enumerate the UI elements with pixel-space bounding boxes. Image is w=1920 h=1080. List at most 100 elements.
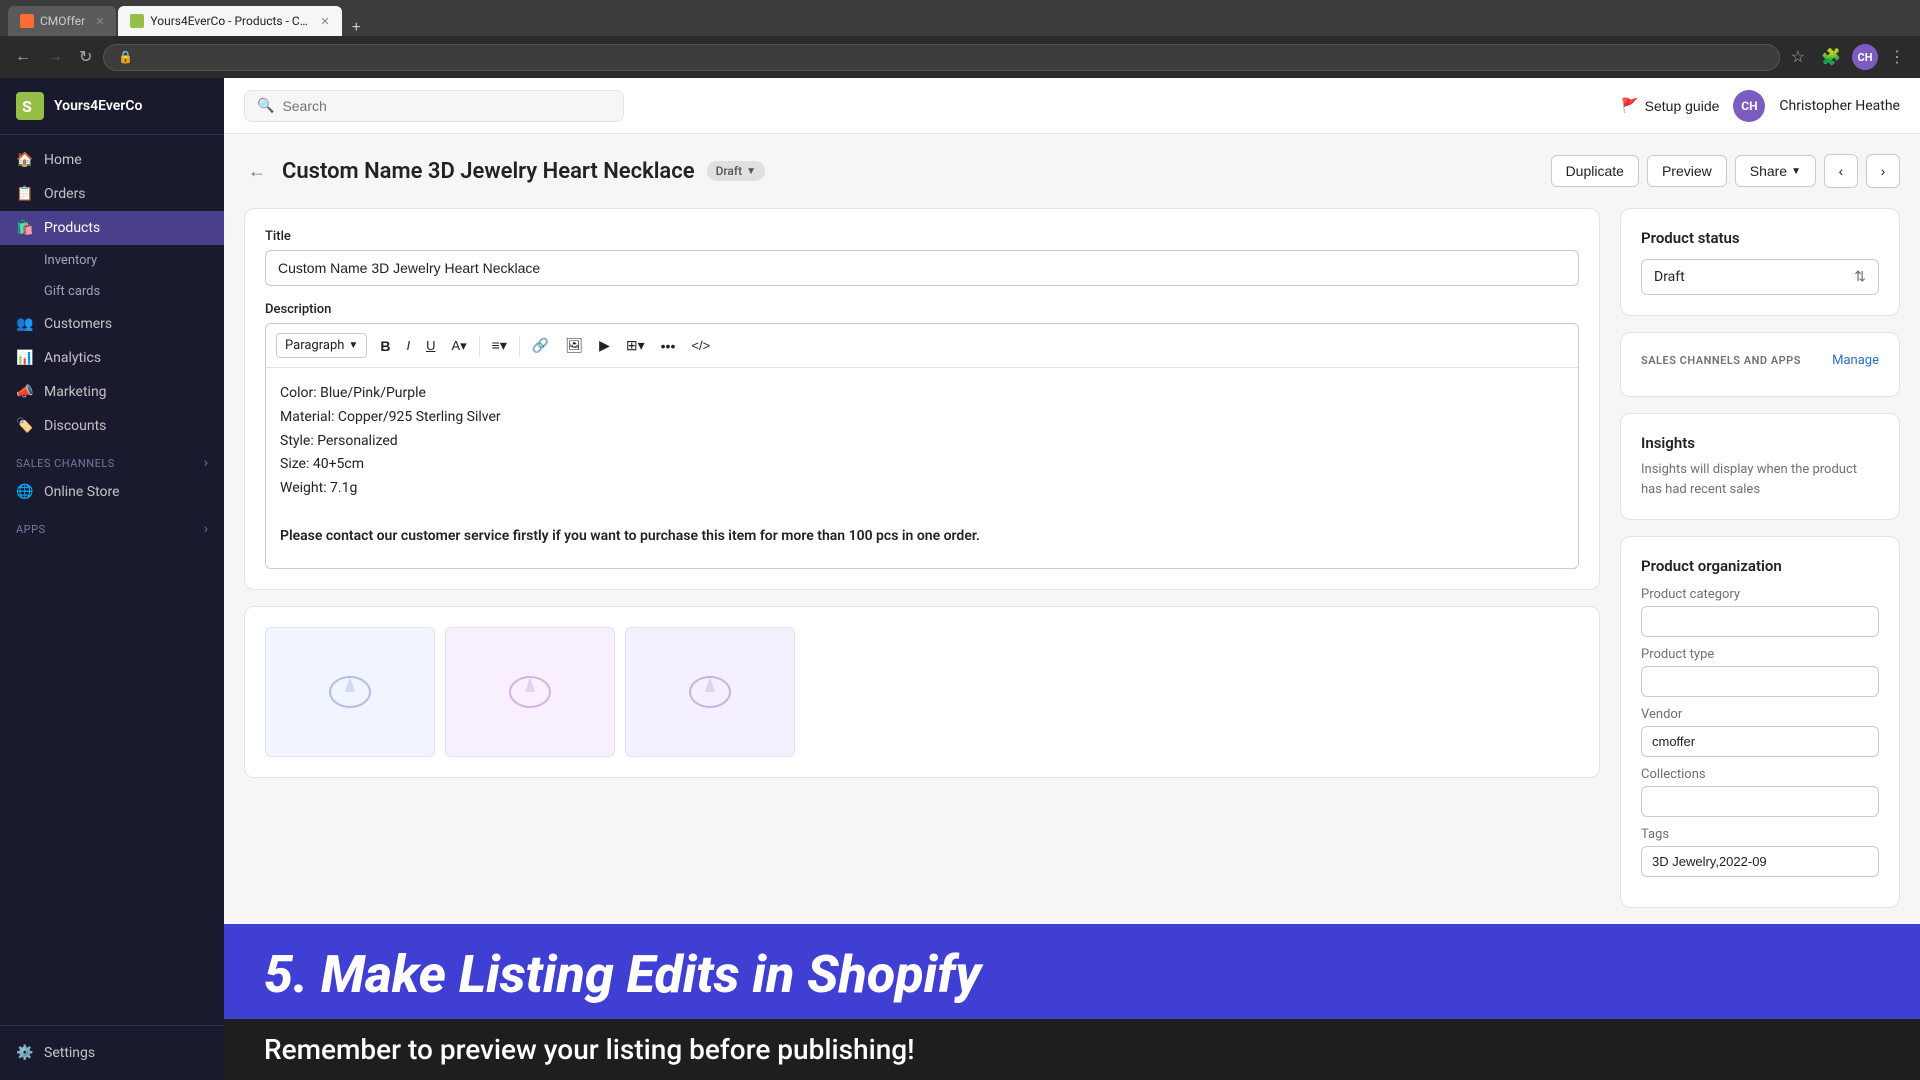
sales-channels-expand-icon[interactable]: › (204, 455, 208, 471)
sales-channels-section-title: SALES CHANNELS AND APPS (1641, 354, 1801, 367)
text-color-button[interactable]: A▾ (444, 333, 473, 359)
share-button[interactable]: Share ▼ (1735, 155, 1816, 187)
org-field-tags: Tags (1641, 827, 1879, 877)
sidebar-item-label-customers: Customers (44, 316, 112, 332)
back-button[interactable]: ← (244, 157, 270, 186)
header-search-container[interactable]: 🔍 (244, 90, 624, 122)
search-input[interactable] (282, 98, 611, 114)
desc-line-2: Material: Copper/925 Sterling Silver (280, 406, 1564, 430)
sidebar-item-home[interactable]: 🏠 Home (0, 143, 224, 177)
org-field-collections: Collections (1641, 767, 1879, 817)
toolbar-separator-2 (519, 336, 520, 356)
user-avatar-browser[interactable]: CH (1852, 44, 1878, 70)
app-header: 🔍 🚩 Setup guide CH Christopher Heathe (224, 78, 1920, 134)
video-button[interactable]: ▶ (592, 332, 617, 359)
sidebar-item-label-settings: Settings (44, 1045, 95, 1061)
main-area: 🔍 🚩 Setup guide CH Christopher Heathe ← … (224, 78, 1920, 1080)
sidebar-section-sales-channels: Sales channels › (0, 443, 224, 475)
duplicate-button[interactable]: Duplicate (1551, 155, 1639, 187)
user-avatar[interactable]: CH (1733, 90, 1765, 122)
tab-favicon-cmoffer (20, 14, 34, 28)
shopify-logo-icon: S (16, 92, 44, 120)
status-select[interactable]: Draft ⇅ (1641, 259, 1879, 295)
app-wrapper: S Yours4EverCo 🏠 Home 📋 Orders 🛍️ Produc… (0, 78, 1920, 1080)
editor-content[interactable]: Color: Blue/Pink/Purple Material: Copper… (266, 368, 1578, 568)
sidebar-item-label-orders: Orders (44, 186, 86, 202)
desc-line-3: Style: Personalized (280, 430, 1564, 454)
insights-title: Insights (1641, 434, 1879, 452)
draft-badge[interactable]: Draft ▼ (707, 161, 765, 181)
bookmark-button[interactable]: ☆ (1786, 43, 1810, 71)
sidebar: S Yours4EverCo 🏠 Home 📋 Orders 🛍️ Produc… (0, 78, 224, 1080)
forward-nav-button[interactable]: → (42, 44, 68, 70)
address-input[interactable]: admin.shopify.com/store/yours4everco/pro… (139, 50, 1764, 65)
paragraph-select[interactable]: Paragraph ▼ (276, 333, 367, 358)
address-bar[interactable]: 🔒 admin.shopify.com/store/yours4everco/p… (103, 44, 1779, 71)
share-label: Share (1750, 163, 1787, 179)
jewelry-icon-1 (320, 662, 380, 722)
title-input[interactable] (265, 250, 1579, 286)
back-nav-button[interactable]: ← (10, 44, 36, 70)
extensions-button[interactable]: 🧩 (1816, 43, 1846, 71)
sidebar-item-settings[interactable]: ⚙️ Settings (0, 1036, 224, 1070)
sidebar-item-label-products: Products (44, 220, 100, 236)
org-field-collections-input[interactable] (1641, 786, 1879, 817)
sidebar-item-orders[interactable]: 📋 Orders (0, 177, 224, 211)
link-button[interactable]: 🔗 (525, 332, 556, 359)
thumbnail-3[interactable] (625, 627, 795, 757)
sidebar-item-products[interactable]: 🛍️ Products (0, 211, 224, 245)
org-field-vendor-input[interactable] (1641, 726, 1879, 757)
sidebar-item-gift-cards[interactable]: Gift cards (0, 276, 224, 307)
more-button[interactable]: ••• (654, 333, 683, 359)
org-field-tags-input[interactable] (1641, 846, 1879, 877)
next-product-button[interactable]: › (1866, 154, 1900, 188)
svg-text:S: S (22, 97, 32, 116)
sidebar-item-customers[interactable]: 👥 Customers (0, 307, 224, 341)
source-button[interactable]: </> (684, 333, 717, 358)
setup-guide-button[interactable]: 🚩 Setup guide (1621, 97, 1719, 114)
bold-button[interactable]: B (373, 333, 397, 359)
preview-button[interactable]: Preview (1647, 155, 1727, 187)
customers-icon: 👥 (16, 316, 34, 332)
tab-close-shopify[interactable]: ✕ (320, 15, 329, 28)
prev-product-button[interactable]: ‹ (1824, 154, 1858, 188)
sidebar-item-inventory[interactable]: Inventory (0, 245, 224, 276)
apps-expand-icon[interactable]: › (204, 521, 208, 537)
sidebar-item-analytics[interactable]: 📊 Analytics (0, 341, 224, 375)
header-right: 🚩 Setup guide CH Christopher Heathe (1621, 90, 1900, 122)
tab-close-cmoffer[interactable]: ✕ (95, 15, 104, 28)
tab-cmoffer[interactable]: CMOffer ✕ (8, 6, 116, 36)
image-button[interactable]: 🖼 (558, 332, 590, 359)
thumbnail-1[interactable] (265, 627, 435, 757)
page-header-left: ← Custom Name 3D Jewelry Heart Necklace … (244, 157, 765, 186)
sidebar-item-marketing[interactable]: 📣 Marketing (0, 375, 224, 409)
desc-line-6 (280, 501, 1564, 525)
thumbnail-2[interactable] (445, 627, 615, 757)
underline-button[interactable]: U (419, 333, 442, 358)
sidebar-item-discounts[interactable]: 🏷️ Discounts (0, 409, 224, 443)
banner-main: 5. Make Listing Edits in Shopify (224, 924, 1920, 1019)
new-tab-button[interactable]: + (344, 20, 369, 36)
editor-toolbar: Paragraph ▼ B I U A▾ ≡▾ 🔗 (266, 324, 1578, 368)
align-button[interactable]: ≡▾ (485, 332, 514, 359)
banner-overlay: 5. Make Listing Edits in Shopify Remembe… (224, 924, 1920, 1080)
tab-shopify[interactable]: Yours4EverCo - Products - Custo... ✕ (118, 6, 341, 36)
sidebar-item-label-marketing: Marketing (44, 384, 107, 400)
manage-link[interactable]: Manage (1832, 353, 1879, 368)
sidebar-nav: 🏠 Home 📋 Orders 🛍️ Products Inventory Gi… (0, 135, 224, 1025)
online-store-icon: 🌐 (16, 484, 34, 500)
lock-icon: 🔒 (118, 50, 133, 64)
org-field-category-input[interactable] (1641, 606, 1879, 637)
settings-icon: ⚙️ (16, 1045, 34, 1061)
org-field-type-input[interactable] (1641, 666, 1879, 697)
orders-icon: 📋 (16, 186, 34, 202)
tab-favicon-shopify (130, 14, 144, 28)
discounts-icon: 🏷️ (16, 418, 34, 434)
sales-channels-section-header: SALES CHANNELS AND APPS Manage (1641, 353, 1879, 368)
desc-line-7: Please contact our customer service firs… (280, 525, 1564, 549)
italic-button[interactable]: I (399, 333, 417, 358)
menu-button[interactable]: ⋮ (1884, 43, 1910, 71)
reload-button[interactable]: ↻ (74, 43, 97, 71)
table-button[interactable]: ⊞▾ (619, 332, 652, 359)
sidebar-item-online-store[interactable]: 🌐 Online Store (0, 475, 224, 509)
